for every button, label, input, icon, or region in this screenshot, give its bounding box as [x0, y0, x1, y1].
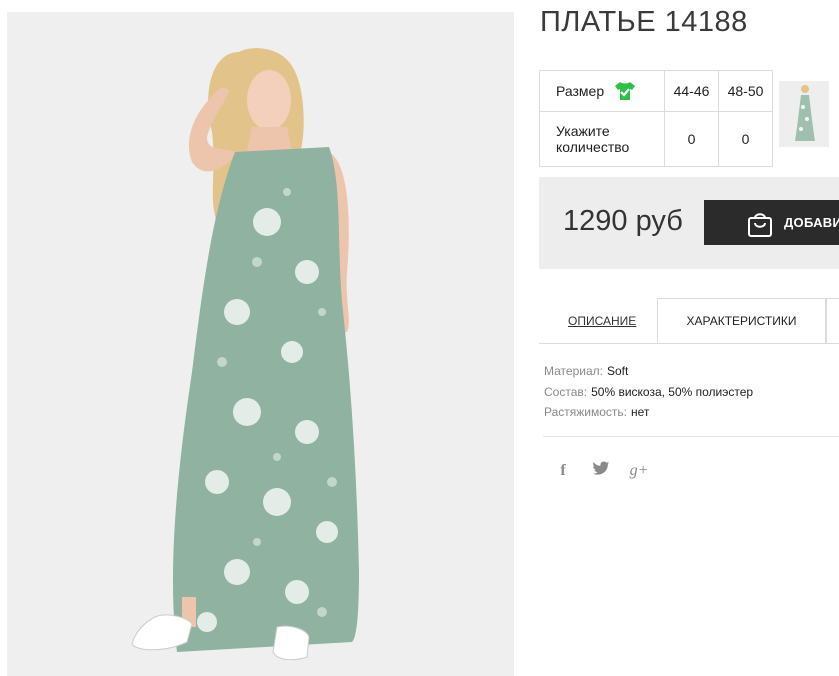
characteristic-key: Состав:	[544, 384, 588, 399]
size-table: Размер 44-46 48-50 Укажите количество 0 …	[539, 70, 773, 167]
dress-thumbnail[interactable]	[779, 81, 829, 147]
tab-characteristics[interactable]: ХАРАКТЕРИСТИКИ	[657, 298, 826, 343]
characteristic-row: Состав: 50% вискоза, 50% полиэстер	[544, 382, 753, 403]
shopping-bag-icon	[746, 210, 774, 241]
price: 1290 руб	[563, 205, 683, 237]
product-photo[interactable]	[7, 12, 514, 676]
add-to-cart-button[interactable]: ДОБАВИТЬ	[704, 200, 839, 245]
size-row: Размер 44-46 48-50	[539, 70, 773, 112]
product-tabs: ОПИСАНИЕ ХАРАКТЕРИСТИКИ	[539, 298, 839, 344]
tabs-divider	[539, 343, 839, 344]
add-to-cart-label: ДОБАВИТЬ	[784, 215, 839, 230]
characteristic-row: Материал: Soft	[544, 361, 753, 382]
size-label: Размер	[556, 83, 605, 99]
characteristic-value: нет	[631, 405, 650, 419]
characteristics-list: Материал: Soft Состав: 50% вискоза, 50% по…	[544, 361, 753, 423]
size-option[interactable]: 44-46	[664, 70, 719, 112]
quantity-label: Укажите количество	[539, 111, 665, 167]
size-option[interactable]: 48-50	[718, 70, 773, 112]
tab-next-stub	[826, 298, 839, 343]
size-label-cell: Размер	[539, 70, 665, 112]
google-plus-icon[interactable]: g+	[628, 462, 650, 480]
product-title: ПЛАТЬЕ 14188	[540, 6, 748, 38]
characteristic-value: 50% вискоза, 50% полиэстер	[591, 384, 754, 399]
characteristic-key: Растяжимость:	[544, 405, 628, 419]
characteristics-divider	[543, 436, 839, 437]
quantity-input[interactable]: 0	[664, 111, 719, 167]
social-share: f g+	[556, 461, 650, 480]
quantity-row: Укажите количество 0 0	[539, 111, 773, 167]
quantity-input[interactable]: 0	[718, 111, 773, 167]
facebook-icon[interactable]: f	[556, 462, 570, 480]
characteristic-value: Soft	[606, 364, 629, 378]
tab-description[interactable]: ОПИСАНИЕ	[568, 314, 636, 328]
tshirt-check-icon[interactable]	[614, 81, 636, 101]
characteristic-key: Материал:	[544, 364, 603, 378]
characteristic-row: Растяжимость: нет	[544, 402, 753, 423]
price-panel: 1290 руб ДОБАВИТЬ	[539, 177, 839, 269]
twitter-icon[interactable]	[592, 461, 610, 480]
